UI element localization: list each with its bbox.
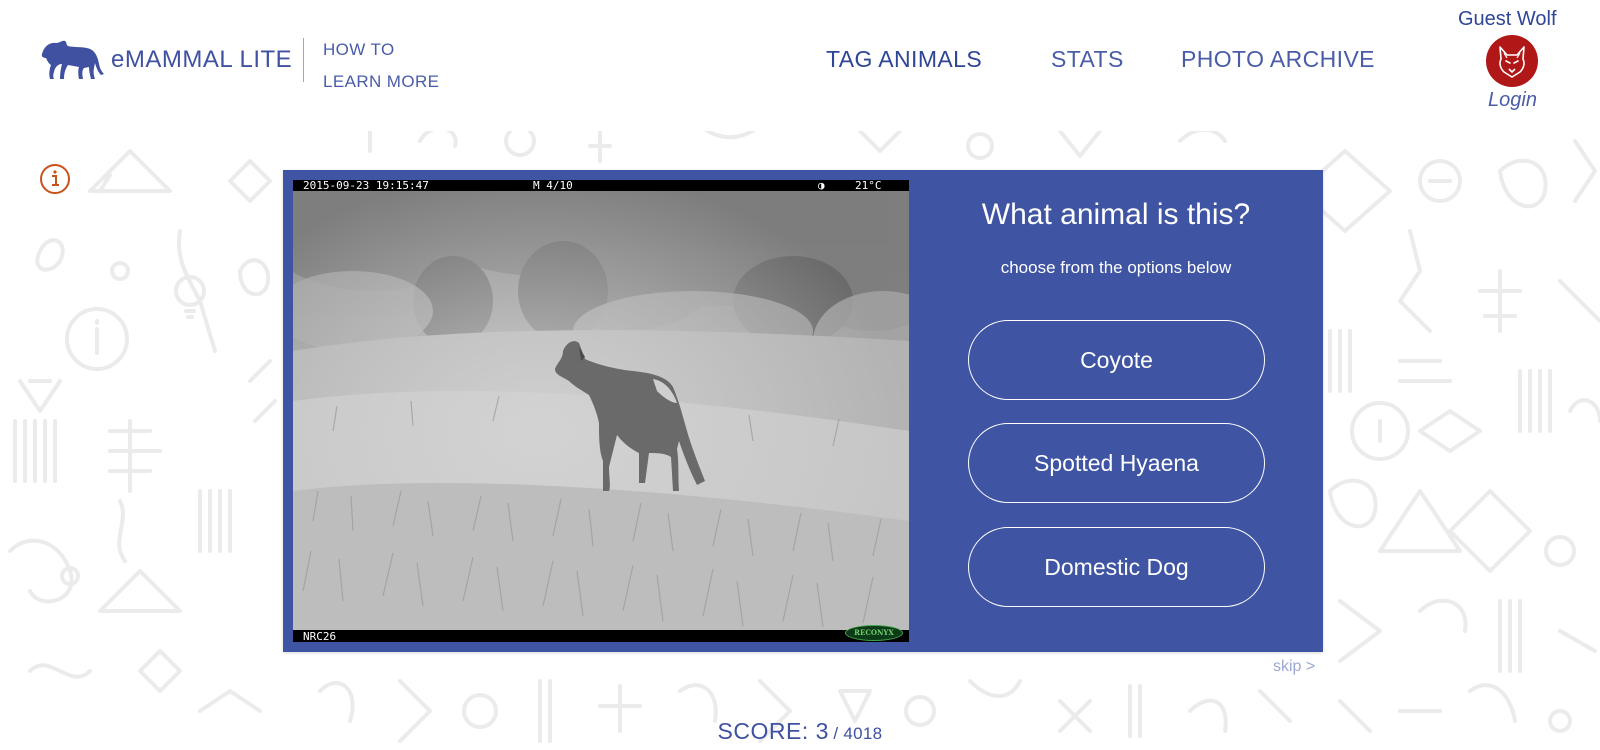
tagging-card: 2015-09-23 19:15:47 M 4/10 ◑ 21°C NRC26 … [283, 170, 1323, 652]
question-heading: What animal is this? [981, 198, 1251, 231]
score-display: SCORE: 3 / 4018 [0, 718, 1600, 745]
photo-info-strip: 2015-09-23 19:15:47 M 4/10 ◑ 21°C [293, 180, 909, 191]
skip-link[interactable]: skip > [1273, 658, 1315, 676]
camera-brand-logo: RECONYX [845, 625, 903, 641]
nav-tag-animals[interactable]: TAG ANIMALS [826, 46, 982, 73]
logo-link[interactable] [38, 34, 106, 82]
camera-trap-photo: 2015-09-23 19:15:47 M 4/10 ◑ 21°C NRC26 … [293, 180, 909, 642]
how-to-link[interactable]: HOW TO [323, 34, 439, 66]
learn-more-link[interactable]: LEARN MORE [323, 66, 439, 98]
option-spotted-hyaena-button[interactable]: Spotted Hyaena [968, 423, 1265, 503]
login-link[interactable]: Login [1488, 89, 1537, 112]
photo-frame: M 4/10 [533, 180, 573, 192]
photo-timestamp: 2015-09-23 19:15:47 [303, 180, 429, 192]
info-icon[interactable] [38, 162, 72, 196]
moon-phase-icon: ◑ [818, 180, 825, 192]
nav-stats[interactable]: STATS [1051, 46, 1124, 73]
cougar-logo-icon [41, 40, 104, 79]
nav-photo-archive[interactable]: PHOTO ARCHIVE [1181, 46, 1375, 73]
top-header: eMAMMAL LITE HOW TO LEARN MORE TAG ANIMA… [0, 0, 1600, 131]
photo-scene [293, 191, 909, 630]
question-instruction: choose from the options below [1000, 258, 1232, 277]
option-coyote-button[interactable]: Coyote [968, 320, 1265, 400]
photo-footer-strip: NRC26 [293, 630, 909, 642]
avatar[interactable] [1486, 35, 1538, 87]
option-domestic-dog-button[interactable]: Domestic Dog [968, 527, 1265, 607]
secondary-links: HOW TO LEARN MORE [323, 34, 439, 98]
photo-temperature: 21°C [855, 180, 882, 192]
header-divider [303, 38, 304, 82]
score-total: / 4018 [833, 724, 883, 743]
brand-name[interactable]: eMAMMAL LITE [111, 46, 292, 74]
score-value: SCORE: 3 [717, 718, 829, 744]
user-name: Guest Wolf [1458, 8, 1557, 30]
camera-id: NRC26 [303, 630, 337, 642]
wolf-avatar-icon [1499, 46, 1525, 78]
